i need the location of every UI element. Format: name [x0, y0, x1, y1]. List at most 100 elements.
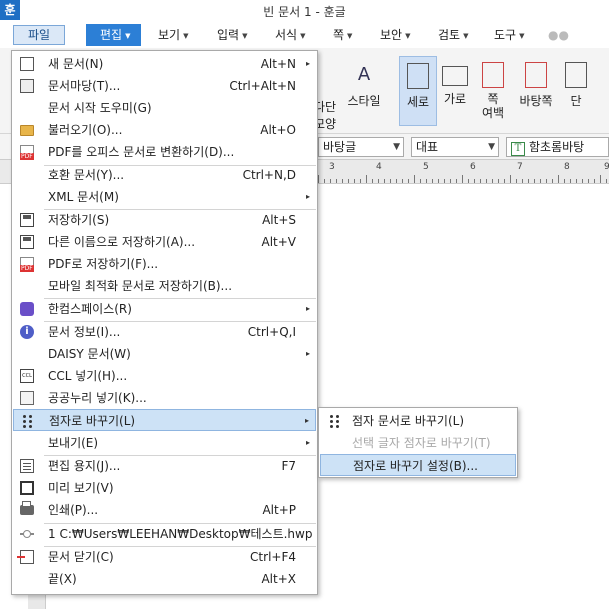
- ruler-tick: [444, 179, 445, 183]
- ruler-tick: [510, 175, 511, 183]
- menu-item-label: 공공누리 넣기(K)...: [48, 391, 147, 405]
- language-select-value: 대표: [416, 140, 439, 154]
- template-icon: [20, 79, 34, 93]
- ruler-tick: [492, 179, 493, 183]
- ruler-tick: [384, 179, 385, 183]
- save-as-icon: [20, 235, 34, 249]
- chevron-down-icon: ▼: [242, 31, 248, 40]
- menu-item-send[interactable]: 보내기(E) ▸: [13, 432, 316, 454]
- ribbon-margin-button[interactable]: 쪽 여백: [474, 56, 512, 126]
- ribbon-pagebg-button[interactable]: 바탕쪽: [515, 56, 557, 126]
- menu-input[interactable]: 입력 ▼: [217, 26, 247, 44]
- ruler-tick: [570, 179, 571, 183]
- chevron-down-icon: ▼: [393, 142, 400, 152]
- submenu-item-braille-selection: 선택 글자 점자로 바꾸기(T): [320, 432, 516, 454]
- menu-item-ccl[interactable]: CCL 넣기(H)...: [13, 365, 316, 387]
- menu-item-label: 문서 시작 도우미(G): [48, 101, 152, 115]
- menu-item-page-setup[interactable]: 편집 용지(J)... F7: [13, 455, 316, 477]
- menu-item-close-doc[interactable]: 문서 닫기(C) Ctrl+F4: [13, 546, 316, 568]
- menu-page[interactable]: 쪽 ▼: [333, 26, 352, 44]
- menu-item-label: DAISY 문서(W): [48, 347, 131, 361]
- submenu-item-braille-settings[interactable]: 점자로 바꾸기 설정(B)...: [320, 454, 516, 476]
- menu-item-save[interactable]: 저장하기(S) Alt+S: [13, 209, 316, 231]
- menu-item-label: 보내기(E): [48, 436, 99, 450]
- menu-item-shortcut: Alt+X: [261, 572, 296, 586]
- menu-item-shortcut: Alt+V: [261, 235, 296, 249]
- menu-item-compat[interactable]: 호환 문서(Y)... Ctrl+N,D: [13, 164, 316, 186]
- ruler-tick: [552, 179, 553, 183]
- hancom-space-icon: [20, 302, 34, 316]
- menu-item-preview[interactable]: 미리 보기(V): [13, 477, 316, 499]
- ruler-tick: [366, 175, 367, 183]
- menu-item-new[interactable]: 새 문서(N) Alt+N ▸: [13, 53, 316, 75]
- ruler-tick: [558, 175, 559, 183]
- menu-file[interactable]: 파일: [13, 25, 65, 45]
- submenu-item-braille-document[interactable]: 점자 문서로 바꾸기(L): [320, 410, 516, 432]
- menu-item-pdf-convert[interactable]: PDF를 오피스 문서로 변환하기(D)...: [13, 141, 316, 163]
- menu-item-daisy[interactable]: DAISY 문서(W) ▸: [13, 343, 316, 365]
- ruler-tick: [342, 179, 343, 183]
- menu-item-braille[interactable]: 점자로 바꾸기(L) ▸: [13, 409, 316, 431]
- language-select[interactable]: 대표 ▼: [411, 137, 499, 157]
- preview-icon: [20, 481, 34, 495]
- ccl-icon: [20, 369, 34, 383]
- menu-bar: 파일 편집 ▼ 보기 ▼ 입력 ▼ 서식 ▼ 쪽 ▼ 보안 ▼ 검토 ▼ 도구 ▼ ●●: [0, 22, 609, 48]
- menu-item-shortcut: Ctrl+Alt+N: [229, 79, 296, 93]
- ruler-tick: [402, 179, 403, 183]
- menu-item-label: 새 문서(N): [48, 57, 104, 71]
- pin-icon: [20, 530, 34, 538]
- menu-item-save-as[interactable]: 다른 이름으로 저장하기(A)... Alt+V: [13, 231, 316, 253]
- menu-item-start-helper[interactable]: 문서 시작 도우미(G): [13, 97, 316, 119]
- menu-item-print[interactable]: 인쇄(P)... Alt+P: [13, 499, 316, 521]
- menu-item-label: PDF를 오피스 문서로 변환하기(D)...: [48, 145, 235, 159]
- ruler-tick: [456, 179, 457, 183]
- ruler-tick: [600, 175, 601, 183]
- menu-item-doc-info[interactable]: 문서 정보(I)... Ctrl+Q,I: [13, 321, 316, 343]
- info-icon: [20, 325, 34, 339]
- ruler-tick: [348, 179, 349, 183]
- font-select[interactable]: T 함초롬바탕: [506, 137, 609, 157]
- menu-item-open[interactable]: 불러오기(O)... Alt+O: [13, 119, 316, 141]
- menu-item-hancom-space[interactable]: 한컴스페이스(R) ▸: [13, 298, 316, 320]
- ruler-tick: [462, 175, 463, 183]
- save-icon: [20, 213, 34, 227]
- menu-edit-label: 편집: [100, 28, 123, 42]
- ribbon-landscape-label: 가로: [443, 92, 467, 106]
- ruler-tick: [582, 179, 583, 183]
- menu-edit[interactable]: 편집 ▼: [86, 24, 141, 46]
- menu-item-save-mobile[interactable]: 모바일 최적화 문서로 저장하기(B)...: [13, 275, 316, 297]
- menu-item-xml[interactable]: XML 문서(M) ▸: [13, 186, 316, 208]
- menu-item-save-pdf[interactable]: PDF로 저장하기(F)...: [13, 253, 316, 275]
- menu-view-label: 보기: [158, 28, 181, 42]
- ribbon-portrait-button[interactable]: 세로: [399, 56, 437, 126]
- collab-icon[interactable]: ●●: [548, 26, 569, 44]
- menu-security[interactable]: 보안 ▼: [380, 26, 410, 44]
- style-select[interactable]: 바탕글 ▼: [318, 137, 404, 157]
- ribbon-landscape-button[interactable]: 가로: [438, 56, 472, 126]
- submenu-item-label: 선택 글자 점자로 바꾸기(T): [352, 436, 491, 450]
- menu-item-shortcut: Alt+O: [260, 123, 296, 137]
- ruler-tick: [414, 175, 415, 183]
- menu-view[interactable]: 보기 ▼: [158, 26, 188, 44]
- menu-item-exit[interactable]: 끝(X) Alt+X: [13, 568, 316, 590]
- ruler-tick: [528, 179, 529, 183]
- menu-format[interactable]: 서식 ▼: [275, 26, 305, 44]
- menu-item-recent-file[interactable]: 1 C:₩Users₩LEEHAN₩Desktop₩테스트.hwp: [13, 523, 316, 545]
- menu-tools[interactable]: 도구 ▼: [494, 26, 524, 44]
- menu-item-label: 불러오기(O)...: [48, 123, 123, 137]
- ruler-tick: [408, 179, 409, 183]
- menu-item-gongnuri[interactable]: 공공누리 넣기(K)...: [13, 387, 316, 409]
- ruler-tick: [330, 179, 331, 183]
- menu-security-label: 보안: [380, 28, 403, 42]
- ribbon-style-button[interactable]: A 스타일: [342, 56, 386, 126]
- ruler-mark: 3: [329, 162, 335, 172]
- chevron-down-icon: ▼: [300, 31, 306, 40]
- menu-review[interactable]: 검토 ▼: [438, 26, 468, 44]
- ribbon-more-button[interactable]: 단: [560, 56, 592, 126]
- chevron-down-icon: ▼: [463, 31, 469, 40]
- menu-item-templates[interactable]: 문서마당(T)... Ctrl+Alt+N: [13, 75, 316, 97]
- ruler-tick: [474, 179, 475, 183]
- menu-item-shortcut: Alt+N: [260, 57, 296, 71]
- ruler-tick: [498, 179, 499, 183]
- ruler-tick: [336, 179, 337, 183]
